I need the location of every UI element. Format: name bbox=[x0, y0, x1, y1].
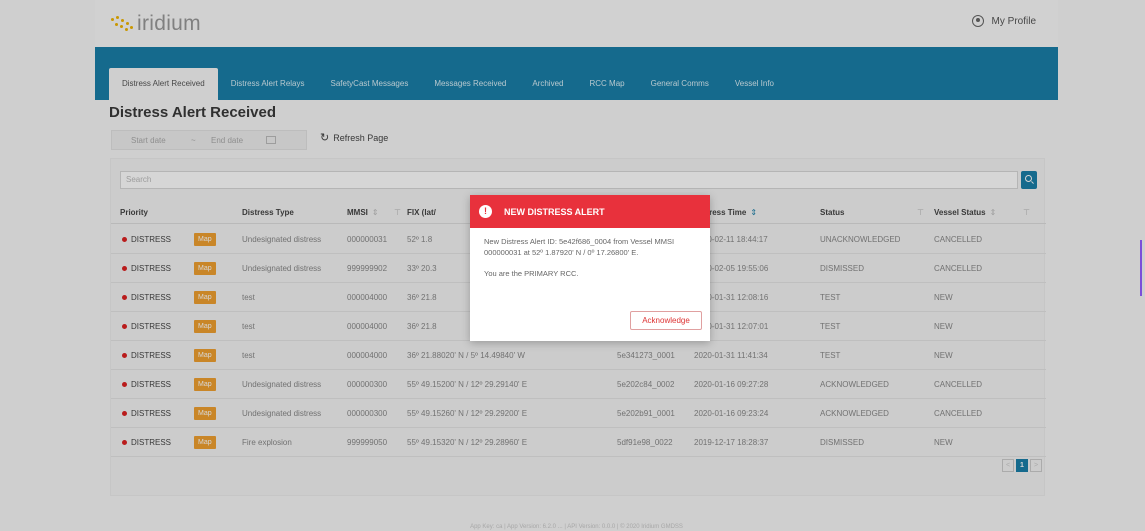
acknowledge-button[interactable]: Acknowledge bbox=[630, 311, 702, 330]
modal-header: ! NEW DISTRESS ALERT bbox=[470, 195, 710, 228]
alert-message: New Distress Alert ID: 5e42f686_0004 fro… bbox=[484, 237, 675, 257]
scroll-indicator bbox=[1140, 240, 1142, 296]
rcc-role-message: You are the PRIMARY RCC. bbox=[484, 269, 579, 278]
modal-title: NEW DISTRESS ALERT bbox=[504, 206, 605, 217]
new-distress-alert-modal: ! NEW DISTRESS ALERT New Distress Alert … bbox=[470, 195, 710, 341]
modal-body: New Distress Alert ID: 5e42f686_0004 fro… bbox=[470, 228, 710, 279]
warning-icon: ! bbox=[479, 205, 492, 218]
